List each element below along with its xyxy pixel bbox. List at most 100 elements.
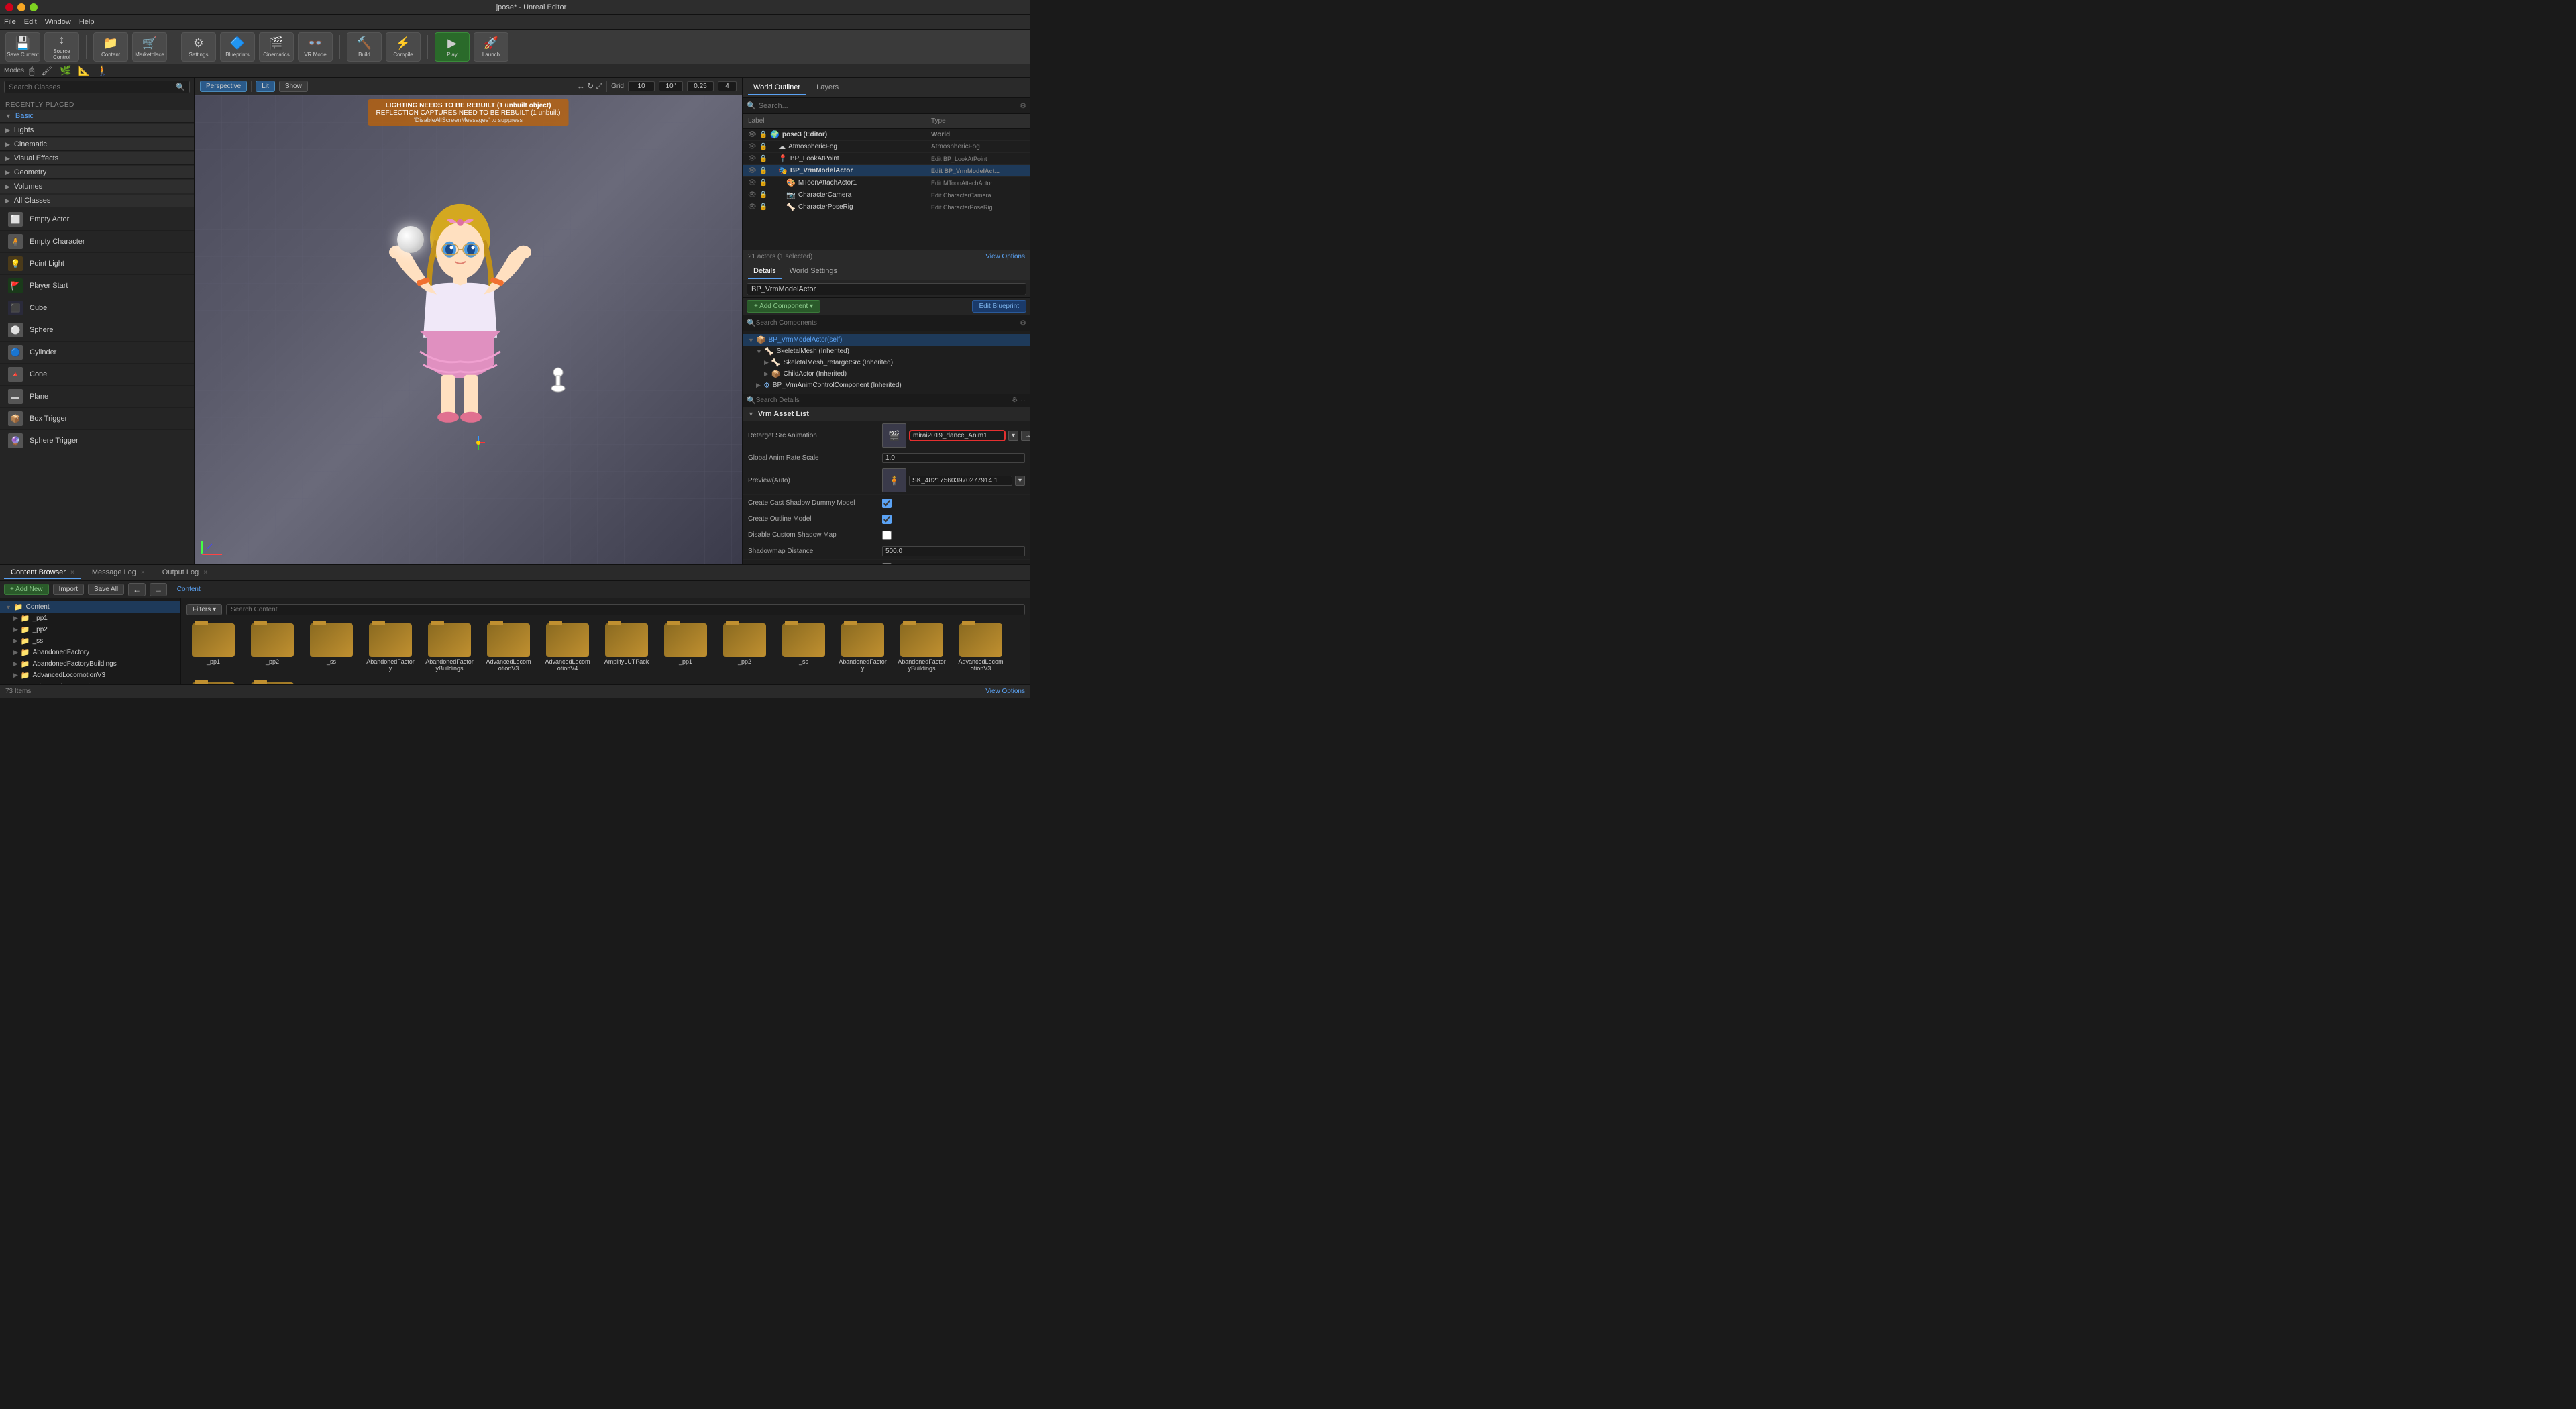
place-item-box-trigger[interactable]: 📦 Box Trigger +	[0, 408, 194, 430]
category-geometry[interactable]: ▶ Geometry	[0, 166, 194, 179]
comp-child-actor[interactable]: ▶ 📦 ChildActor (Inherited)	[743, 368, 1030, 380]
folder-item-amplifylutpack[interactable]: AmplifyLUTPack	[246, 680, 299, 684]
place-item-player-start[interactable]: 🚩 Player Start +	[0, 275, 194, 297]
menu-edit[interactable]: Edit	[24, 18, 37, 26]
cb-search-input[interactable]	[226, 604, 1025, 615]
ol-item-vrmmodel[interactable]: 👁 🔒 🎭 BP_VrmModelActor Edit BP_VrmModelA…	[743, 165, 1030, 177]
lock-icon-camera[interactable]: 🔒	[759, 191, 767, 199]
folder-item-abandonedfactorybuildings[interactable]: AbandonedFactoryBuildings	[423, 621, 476, 674]
eye-icon-lookat[interactable]: 👁	[748, 155, 757, 162]
menu-window[interactable]: Window	[45, 18, 71, 26]
tree-item-pp1[interactable]: ▶ 📁 _pp1	[0, 613, 180, 624]
mode-paint-icon[interactable]: 🖌	[39, 65, 55, 76]
eye-icon-vrmmodel[interactable]: 👁	[748, 167, 757, 174]
folder-item-_ss[interactable]: _ss	[305, 621, 358, 674]
lock-icon-posebrig[interactable]: 🔒	[759, 203, 767, 211]
lock-icon-atmfog[interactable]: 🔒	[759, 143, 767, 150]
compile-button[interactable]: ⚡ Compile	[386, 32, 421, 62]
import-btn[interactable]: Import	[53, 584, 84, 595]
eye-icon-pose3[interactable]: 👁	[748, 131, 757, 138]
disable-shadow-check[interactable]	[882, 531, 892, 540]
back-btn[interactable]: ←	[128, 583, 146, 596]
ol-item-lookat[interactable]: 👁 🔒 📍 BP_LookAtPoint Edit BP_LookAtPoint	[743, 153, 1030, 165]
place-item-cylinder[interactable]: 🔵 Cylinder +	[0, 342, 194, 364]
lock-icon-pose3[interactable]: 🔒	[759, 131, 767, 138]
add-new-btn[interactable]: + Add New	[4, 584, 49, 595]
mode-select-icon[interactable]: 🖱	[27, 65, 36, 76]
lock-icon-lookat[interactable]: 🔒	[759, 155, 767, 162]
folder-item-_pp2[interactable]: _pp2	[718, 621, 771, 674]
play-button[interactable]: ▶ Play	[435, 32, 470, 62]
cb-tab-out-close[interactable]: ×	[203, 569, 207, 576]
save-current-button[interactable]: 💾 Save Current	[5, 32, 40, 62]
eye-icon-mtoon[interactable]: 👁	[748, 179, 757, 187]
folder-item-advancedlocomotionv4[interactable]: AdvancedLocomotionV4	[541, 621, 594, 674]
category-lights[interactable]: ▶ Lights	[0, 124, 194, 137]
place-item-cone[interactable]: 🔺 Cone +	[0, 364, 194, 386]
place-item-sphere[interactable]: ⚪ Sphere +	[0, 319, 194, 342]
vrm-section-header[interactable]: ▼ Vrm Asset List	[743, 407, 1030, 421]
ol-item-posebrig[interactable]: 👁 🔒 🦴 CharacterPoseRig Edit CharacterPos…	[743, 201, 1030, 213]
category-all[interactable]: ▶ All Classes	[0, 195, 194, 207]
cinematics-button[interactable]: 🎬 Cinematics	[259, 32, 294, 62]
outliner-filter-icon[interactable]: ⚙	[1020, 101, 1026, 110]
close-button[interactable]	[5, 3, 13, 11]
folder-item-advancedlocomotionv4[interactable]: AdvancedLocomotionV4	[186, 680, 240, 684]
fwd-btn[interactable]: →	[150, 583, 167, 596]
perspective-button[interactable]: Perspective	[200, 81, 247, 92]
comp-search-input[interactable]	[756, 319, 1020, 327]
marketplace-button[interactable]: 🛒 Marketplace	[132, 32, 167, 62]
mode-foliage-icon[interactable]: 🌿	[58, 65, 73, 76]
place-item-empty-actor[interactable]: ⬜ Empty Actor +	[0, 209, 194, 231]
aoshadow-check[interactable]	[882, 563, 892, 564]
cast-shadow-check[interactable]	[882, 499, 892, 508]
ol-item-atmfog[interactable]: 👁 🔒 ☁ AtmosphericFog AtmosphericFog	[743, 141, 1030, 153]
modes-label[interactable]: Modes	[4, 67, 24, 74]
cb-tab-content[interactable]: Content Browser ×	[4, 567, 81, 579]
category-cinematic[interactable]: ▶ Cinematic	[0, 138, 194, 151]
save-all-btn[interactable]: Save All	[88, 584, 124, 595]
folder-item-_pp2[interactable]: _pp2	[246, 621, 299, 674]
retarget-goto-btn[interactable]: →	[1021, 431, 1030, 441]
grid-value-input[interactable]	[628, 81, 655, 91]
cb-tab-output-log[interactable]: Output Log ×	[156, 567, 214, 579]
tab-world-outliner[interactable]: World Outliner	[748, 81, 806, 95]
vr-mode-button[interactable]: 👓 VR Mode	[298, 32, 333, 62]
folder-item-amplifylutpack[interactable]: AmplifyLUTPack	[600, 621, 653, 674]
show-button[interactable]: Show	[279, 81, 308, 92]
category-volumes[interactable]: ▶ Volumes	[0, 180, 194, 193]
blueprints-button[interactable]: 🔷 Blueprints	[220, 32, 255, 62]
cb-tab-message-log[interactable]: Message Log ×	[85, 567, 152, 579]
folder-item-abandonedfactorybuildings[interactable]: AbandonedFactoryBuildings	[895, 621, 949, 674]
det-search-input[interactable]	[756, 397, 1012, 404]
tree-item-advloco3[interactable]: ▶ 📁 AdvancedLocomotionV3	[0, 670, 180, 681]
place-item-point-light[interactable]: 💡 Point Light +	[0, 253, 194, 275]
retarget-src-input[interactable]	[909, 430, 1006, 441]
settings-button[interactable]: ⚙ Settings	[181, 32, 216, 62]
eye-icon-atmfog[interactable]: 👁	[748, 143, 757, 150]
preview-browse-btn[interactable]: ▾	[1015, 476, 1025, 486]
viewport[interactable]: LIGHTING NEEDS TO BE REBUILT (1 unbuilt …	[195, 95, 742, 564]
eye-icon-posebrig[interactable]: 👁	[748, 203, 757, 211]
lock-icon-vrmmodel[interactable]: 🔒	[759, 167, 767, 174]
menu-help[interactable]: Help	[79, 18, 95, 26]
eye-icon-camera[interactable]: 👁	[748, 191, 757, 199]
place-item-sphere-trigger[interactable]: 🔮 Sphere Trigger +	[0, 430, 194, 452]
add-component-button[interactable]: + Add Component ▾	[747, 300, 820, 313]
lit-button[interactable]: Lit	[256, 81, 275, 92]
tab-details[interactable]: Details	[748, 264, 782, 279]
content-button[interactable]: 📁 Content	[93, 32, 128, 62]
view-options-link[interactable]: View Options	[985, 253, 1025, 260]
place-item-empty-character[interactable]: 🧍 Empty Character +	[0, 231, 194, 253]
angle-value-input[interactable]	[659, 81, 683, 91]
build-button[interactable]: 🔨 Build	[347, 32, 382, 62]
folder-item-advancedlocomotionv3[interactable]: AdvancedLocomotionV3	[954, 621, 1008, 674]
folder-item-advancedlocomotionv3[interactable]: AdvancedLocomotionV3	[482, 621, 535, 674]
comp-skeletal-mesh[interactable]: ▼ 🦴 SkeletalMesh (Inherited)	[743, 346, 1030, 357]
tree-item-pp2[interactable]: ▶ 📁 _pp2	[0, 624, 180, 635]
folder-item-_pp1[interactable]: _pp1	[659, 621, 712, 674]
comp-opts-icon[interactable]: ⚙	[1020, 319, 1026, 327]
retarget-browse-btn[interactable]: ▾	[1008, 431, 1018, 441]
preview-input[interactable]	[909, 476, 1012, 486]
shadowmap-dist-input[interactable]	[882, 546, 1025, 556]
